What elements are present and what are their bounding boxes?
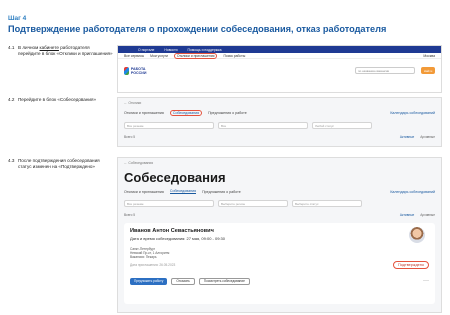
- sort-archive[interactable]: Архивные: [420, 213, 435, 217]
- tab-responses[interactable]: Отклики и приглашения: [124, 190, 164, 194]
- filter-all[interactable]: Все: [218, 122, 308, 129]
- more-icon[interactable]: ···: [423, 278, 429, 284]
- calendar-link[interactable]: Календарь собеседований: [390, 111, 435, 115]
- logo-text: РАБОТА РОССИИ: [130, 66, 147, 75]
- view-interview-button[interactable]: Посмотреть собеседование: [198, 277, 250, 285]
- tab-bar: Отклики и приглашения Собеседования Пред…: [118, 108, 441, 118]
- card-actions: Предложить работу Отказать Посмотреть со…: [130, 277, 429, 285]
- note-4-1: 4.1 В личном кабинете работодателя перей…: [8, 45, 113, 57]
- note-4-3: 4.3 После подтверждения собеседования ст…: [8, 158, 113, 170]
- region-select[interactable]: Москва: [423, 54, 441, 58]
- filter-status[interactable]: Выберите статус: [292, 200, 362, 207]
- main-nav: Все сервисы Мои услуги Отклики и приглаш…: [118, 52, 441, 59]
- filter-row: Все резюме Все Любой статус: [118, 118, 441, 133]
- calendar-link[interactable]: Календарь собеседований: [390, 190, 435, 194]
- tab-responses[interactable]: Отклики и приглашения: [124, 111, 164, 115]
- nav-item[interactable]: Поиск работы: [223, 54, 245, 58]
- status-badge: Подтверждено: [393, 261, 429, 269]
- vacancy-line: Вакансия: Пекарь: [130, 255, 157, 260]
- filter-resume[interactable]: Все резюме: [124, 122, 214, 129]
- sort-archive[interactable]: Архивные: [420, 135, 435, 139]
- top-link[interactable]: Новости: [164, 48, 177, 52]
- note-number: 4.1: [8, 45, 15, 50]
- interview-card: Иванов Антон Севастьянович Дата и время …: [124, 223, 435, 304]
- nav-item[interactable]: Мои услуги: [150, 54, 168, 58]
- nav-item[interactable]: Все сервисы: [124, 54, 144, 58]
- note-text: Перейдите в блок «Собеседования»: [18, 97, 97, 102]
- search-input[interactable]: по названию вакансии: [355, 67, 415, 74]
- tab-offers[interactable]: Предложения о работе: [208, 111, 247, 115]
- filter-status[interactable]: Любой статус: [312, 122, 372, 129]
- logo-mark-icon: [124, 66, 129, 75]
- tab-bar: Отклики и приглашения Собеседования Пред…: [118, 187, 441, 196]
- note-number: 4.2: [8, 97, 15, 102]
- interview-address: Санкт-Петербург Невский Пр-кт, 1 Алгорит…: [130, 247, 429, 260]
- note-4-2: 4.2 Перейдите в блок «Собеседования»: [8, 97, 113, 103]
- candidate-name[interactable]: Иванов Антон Севастьянович: [130, 228, 429, 234]
- top-link[interactable]: О портале: [138, 48, 154, 52]
- header-main: РАБОТА РОССИИ по названию вакансии Найти: [118, 59, 441, 82]
- offer-job-button[interactable]: Предложить работу: [130, 277, 168, 285]
- avatar: [409, 227, 425, 243]
- breadcrumb[interactable]: ← Отклики: [118, 98, 441, 108]
- tab-interviews[interactable]: Собеседования: [169, 189, 197, 194]
- sort-row: Всего 5 Активные Архивные: [118, 211, 441, 219]
- total-count: Всего 5: [124, 135, 136, 139]
- note-number: 4.3: [8, 158, 15, 163]
- find-button[interactable]: Найти: [421, 67, 435, 74]
- page-title: Собеседования: [124, 170, 226, 185]
- invitation-date: Дата приглашения: 26.05.2023: [130, 262, 176, 267]
- filter-region[interactable]: Выберите регион: [218, 200, 288, 207]
- logo[interactable]: РАБОТА РОССИИ: [124, 64, 150, 77]
- breadcrumb[interactable]: ← Собеседования: [118, 158, 441, 168]
- cabinet-link[interactable]: кабинете: [40, 45, 59, 50]
- step-label: Шаг 4: [8, 15, 27, 22]
- top-bar: О портале Новости Помощь и поддержка: [118, 46, 441, 53]
- sort-row: Всего 5 Активные Архивные: [118, 133, 441, 141]
- nav-item-responses[interactable]: Отклики и приглашения: [173, 52, 218, 59]
- screenshot-interviews: ← Собеседования Собеседования Отклики и …: [117, 157, 442, 313]
- page-heading: Подтверждение работодателя о прохождении…: [8, 24, 387, 34]
- top-link[interactable]: Помощь и поддержка: [188, 48, 222, 52]
- screenshot-header: О портале Новости Помощь и поддержка Все…: [117, 45, 442, 93]
- reject-button[interactable]: Отказать: [171, 277, 195, 285]
- sort-active[interactable]: Активные: [400, 135, 414, 139]
- filter-resume[interactable]: Все резюме: [124, 200, 214, 207]
- sort-active[interactable]: Активные: [400, 213, 414, 217]
- filter-row: Все резюме Выберите регион Выберите стат…: [118, 196, 441, 211]
- screenshot-tabs: ← Отклики Отклики и приглашения Собеседо…: [117, 97, 442, 147]
- total-count: Всего 5: [124, 213, 136, 217]
- tab-interviews[interactable]: Собеседования: [169, 110, 203, 116]
- note-text: После подтверждения собеседования статус…: [18, 158, 100, 169]
- tab-offers[interactable]: Предложения о работе: [202, 190, 241, 194]
- note-text: В личном: [18, 45, 40, 50]
- interview-datetime: Дата и время собеседования: 27 мая, 09:0…: [130, 236, 225, 241]
